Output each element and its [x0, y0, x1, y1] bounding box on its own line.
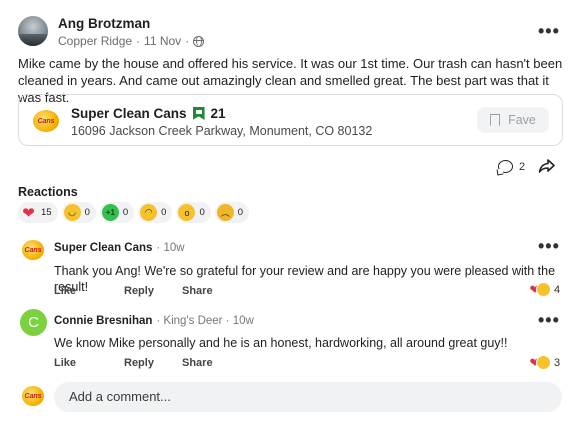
meta-separator: ·	[185, 34, 190, 48]
reply-button[interactable]: Reply	[124, 285, 182, 297]
comment-reactions[interactable]: ❤ 4	[528, 282, 560, 297]
post-location[interactable]: Copper Ridge	[58, 34, 132, 48]
business-card[interactable]: Cans Super Clean Cans 21 16096 Jackson C…	[18, 94, 563, 146]
author-avatar[interactable]	[18, 16, 48, 46]
post-meta: Copper Ridge · 11 Nov ·	[58, 34, 205, 48]
share-button[interactable]: Share	[182, 285, 213, 297]
plus-one-icon: +1	[101, 204, 119, 221]
reply-button[interactable]: Reply	[124, 357, 182, 369]
reaction-bar: ❤ 15 ◡ 0 +1 0 ◠ 0 o 0 ︵ 0	[18, 202, 250, 223]
fave-badge-icon	[192, 107, 205, 120]
reaction-count: 15	[41, 207, 52, 218]
reaction-sad[interactable]: ︵ 0	[214, 202, 250, 223]
sad-icon: ︵	[216, 204, 234, 221]
globe-icon	[193, 35, 205, 47]
bookmark-icon	[490, 114, 501, 126]
share-button[interactable]: Share	[182, 357, 213, 369]
comment-avatar[interactable]: C	[20, 309, 47, 336]
comment-reactions[interactable]: ❤ 3	[528, 355, 560, 370]
comment-actions: Like Reply Share	[54, 285, 213, 297]
add-comment-input[interactable]: Add a comment...	[54, 382, 562, 412]
heart-icon: ❤	[22, 204, 35, 222]
like-button[interactable]: Like	[54, 357, 124, 369]
reaction-grin[interactable]: ◠ 0	[138, 202, 173, 223]
composer-avatar: Cans	[22, 386, 44, 406]
comment-count: 2	[519, 160, 526, 173]
smile-icon: ◡	[63, 204, 81, 221]
reactions-title: Reactions	[18, 185, 78, 199]
reaction-wow[interactable]: o 0	[176, 202, 211, 223]
like-button[interactable]: Like	[54, 285, 124, 297]
comment-author[interactable]: Connie Bresnihan	[54, 315, 152, 327]
reaction-plus-one[interactable]: +1 0	[99, 202, 135, 223]
business-logo: Cans	[33, 110, 59, 132]
business-address: 16096 Jackson Creek Parkway, Monument, C…	[71, 124, 373, 138]
post-more-options-icon[interactable]: •••	[538, 22, 560, 40]
comment-avatar[interactable]: Cans	[22, 240, 44, 260]
reaction-heart[interactable]: ❤ 15	[18, 202, 58, 223]
post-date: 11 Nov	[144, 34, 182, 48]
comment-header: Connie Bresnihan · King's Deer · 10w	[54, 315, 254, 327]
comment-actions: Like Reply Share	[54, 357, 213, 369]
comment-reaction-count: 3	[554, 356, 561, 369]
fave-button[interactable]: Fave	[477, 107, 549, 133]
comment-text: We know Mike personally and he is an hon…	[54, 336, 508, 350]
reaction-count: 0	[84, 207, 90, 218]
comment-reaction-count: 4	[554, 283, 561, 296]
reaction-count: 0	[237, 207, 244, 218]
grin-icon: ◠	[140, 204, 158, 221]
business-name-row: Super Clean Cans 21	[71, 106, 226, 121]
business-fave-count: 21	[210, 106, 226, 121]
comment-more-options-icon[interactable]: •••	[538, 311, 560, 329]
meta-separator: ·	[136, 34, 141, 48]
comment-bubble-icon	[498, 160, 513, 173]
comment-header: Super Clean Cans · 10w	[54, 242, 185, 254]
post-author[interactable]: Ang Brotzman	[58, 16, 150, 31]
reaction-smile[interactable]: ◡ 0	[61, 202, 96, 223]
wow-icon: o	[178, 204, 196, 221]
comment-more-options-icon[interactable]: •••	[538, 237, 560, 255]
reaction-count: 0	[122, 207, 129, 218]
smile-icon	[536, 355, 551, 370]
comment-author[interactable]: Super Clean Cans	[54, 242, 152, 254]
comment-count-button[interactable]: 2	[498, 160, 525, 173]
reaction-count: 0	[161, 207, 167, 218]
smile-icon	[536, 282, 551, 297]
comment-meta: · 10w	[156, 242, 185, 254]
fave-label: Fave	[508, 113, 536, 127]
reaction-count: 0	[199, 207, 205, 218]
business-name[interactable]: Super Clean Cans	[71, 106, 187, 121]
share-icon[interactable]	[538, 158, 556, 174]
comment-meta: · King's Deer · 10w	[156, 315, 254, 327]
